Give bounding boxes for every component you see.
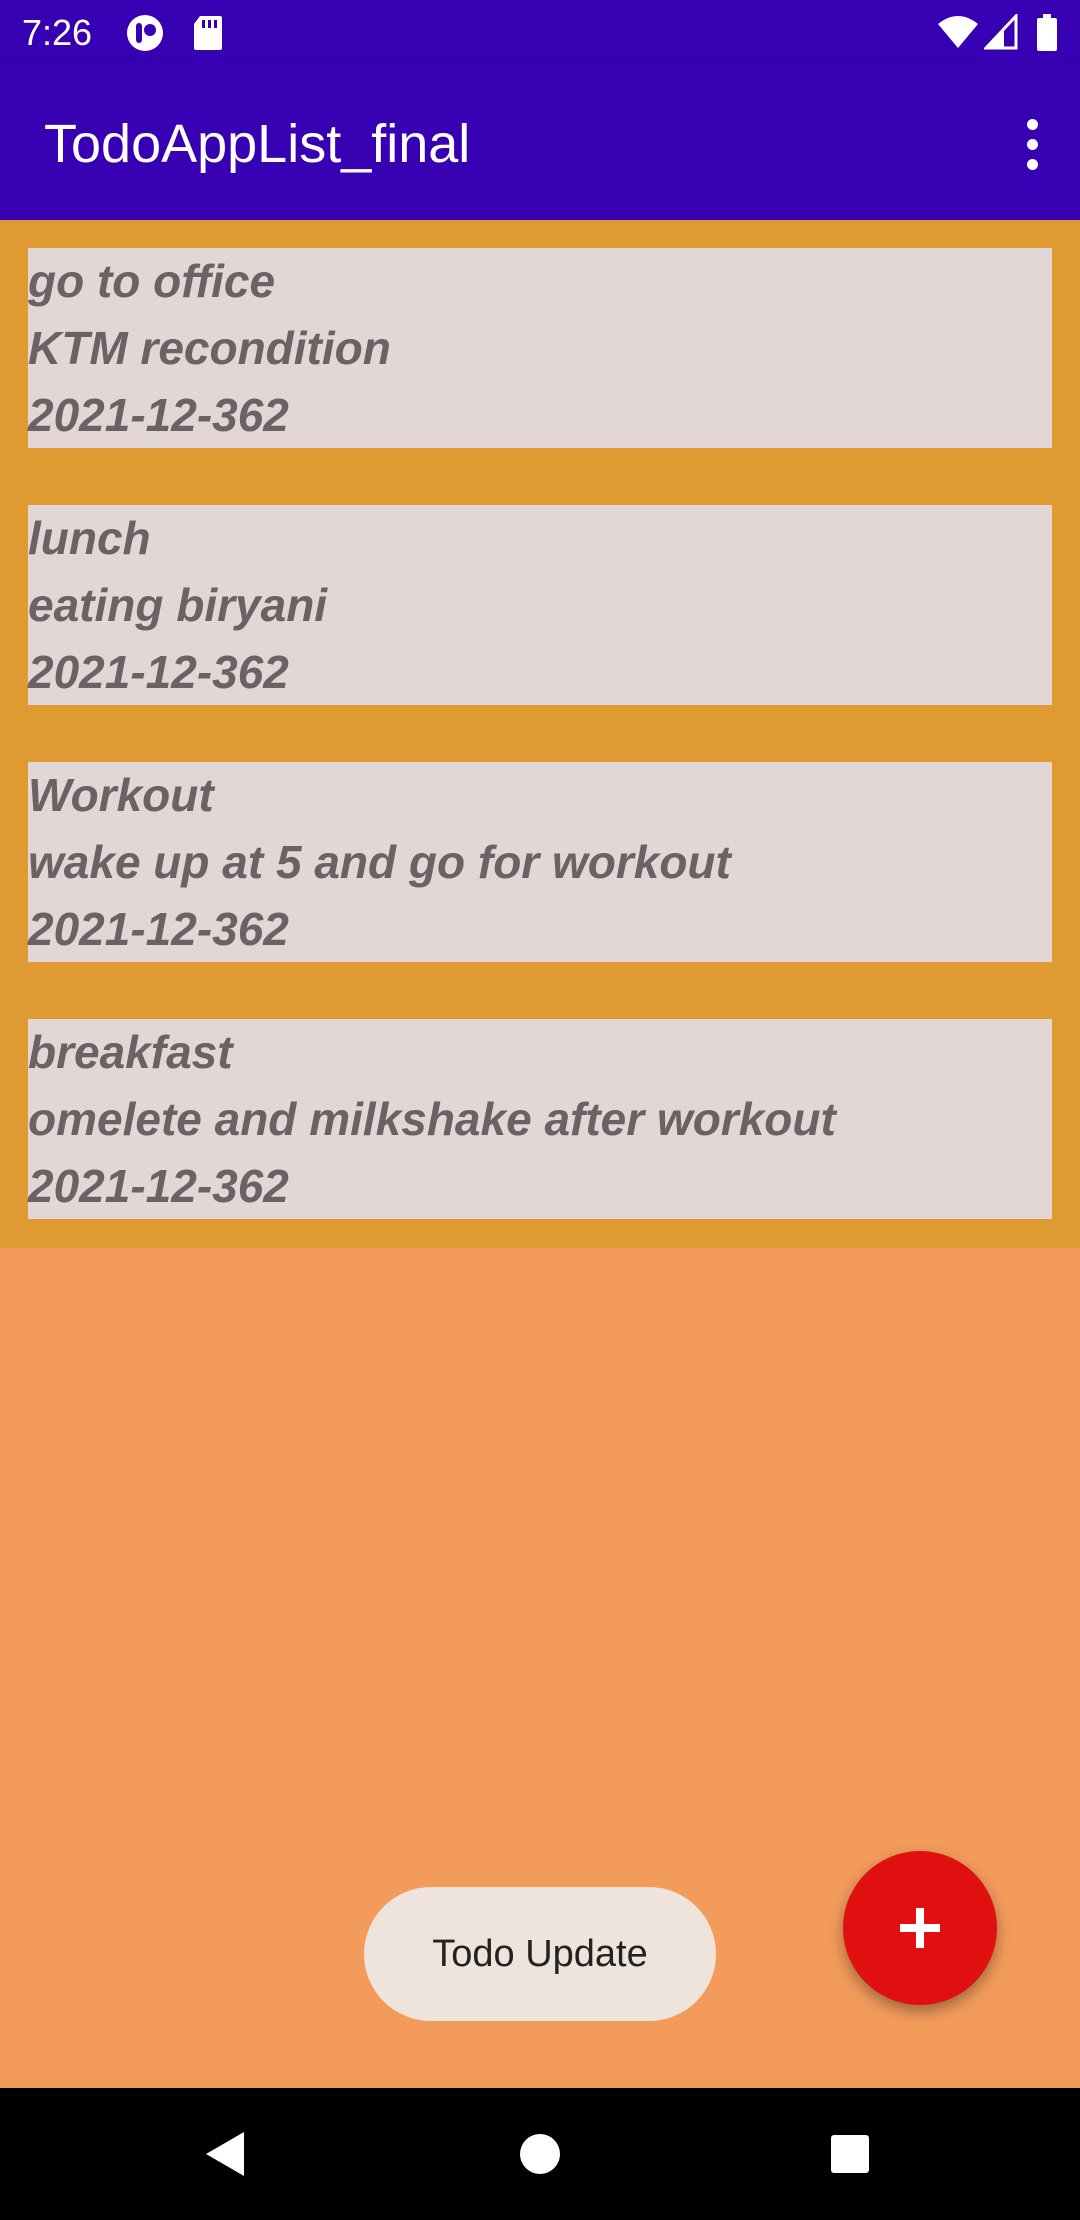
more-options-button[interactable] — [1002, 106, 1062, 182]
wifi-icon — [938, 16, 978, 48]
todo-description: wake up at 5 and go for workout — [28, 836, 731, 888]
todo-date: 2021-12-362 — [28, 646, 289, 698]
app-title: TodoAppList_final — [44, 114, 471, 174]
more-vert-icon-dot — [1026, 158, 1038, 170]
toast-message: Todo Update — [364, 1887, 716, 2021]
back-icon[interactable] — [196, 2124, 256, 2184]
home-icon[interactable] — [510, 2124, 570, 2184]
more-vert-icon — [1026, 118, 1038, 130]
todo-date: 2021-12-362 — [28, 1160, 289, 1212]
signal-icon — [984, 14, 1018, 50]
plus-icon — [900, 1908, 940, 1948]
more-vert-icon-dot — [1026, 138, 1038, 150]
todo-date: 2021-12-362 — [28, 389, 289, 441]
todo-item[interactable]: lunch eating biryani 2021-12-362 — [28, 505, 1052, 705]
sd-card-icon — [194, 16, 222, 50]
add-todo-button[interactable] — [843, 1851, 997, 2005]
todo-item[interactable]: go to office KTM recondition 2021-12-362 — [28, 248, 1052, 448]
recents-icon[interactable] — [820, 2124, 880, 2184]
todo-description: KTM recondition — [28, 322, 391, 374]
navigation-bar — [0, 2088, 1080, 2220]
todo-title: breakfast — [28, 1026, 233, 1078]
notification-icon — [127, 15, 163, 51]
todo-description: eating biryani — [28, 579, 328, 631]
status-time: 7:26 — [22, 12, 93, 53]
todo-title: lunch — [28, 512, 151, 564]
battery-icon — [1037, 14, 1057, 51]
todo-description: omelete and milkshake after workout — [28, 1093, 836, 1145]
status-bar: 7:26 — [0, 0, 1080, 66]
todo-item[interactable]: Workout wake up at 5 and go for workout … — [28, 762, 1052, 962]
app-bar: TodoAppList_final — [0, 66, 1080, 220]
todo-title: Workout — [28, 769, 214, 821]
todo-date: 2021-12-362 — [28, 903, 289, 955]
todo-title: go to office — [28, 255, 276, 307]
todo-item[interactable]: breakfast omelete and milkshake after wo… — [28, 1019, 1052, 1219]
todo-list[interactable]: go to office KTM recondition 2021-12-362… — [0, 220, 1080, 1248]
